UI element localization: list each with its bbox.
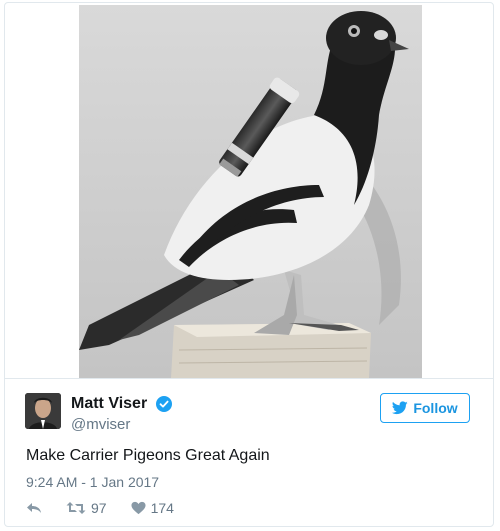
- follow-button[interactable]: Follow: [380, 393, 470, 423]
- verified-badge-icon: [155, 396, 172, 412]
- follow-label: Follow: [413, 400, 458, 416]
- tweet-text: Make Carrier Pigeons Great Again: [26, 447, 270, 464]
- tweet-card: Matt Viser @mviser Follow Make Carrier P…: [4, 2, 494, 527]
- tweet-photo[interactable]: [79, 5, 422, 379]
- reply-button[interactable]: [26, 501, 42, 515]
- media-divider: [5, 378, 493, 379]
- retweet-button[interactable]: 97: [66, 500, 107, 516]
- user-info: Matt Viser @mviser: [71, 395, 172, 433]
- carrier-pigeon-photo: [79, 5, 422, 378]
- like-button[interactable]: 174: [131, 500, 174, 516]
- retweet-icon: [66, 502, 86, 514]
- user-handle[interactable]: @mviser: [71, 416, 172, 433]
- display-name[interactable]: Matt Viser: [71, 395, 147, 413]
- avatar[interactable]: [25, 393, 61, 429]
- retweet-count: 97: [91, 500, 107, 516]
- heart-icon: [131, 501, 146, 515]
- twitter-bird-icon: [392, 401, 409, 415]
- profile-photo: [25, 393, 61, 429]
- tweet-actions: 97 174: [26, 500, 174, 516]
- like-count: 174: [150, 500, 174, 516]
- reply-icon: [27, 503, 41, 513]
- tweet-timestamp[interactable]: 9:24 AM - 1 Jan 2017: [26, 474, 159, 490]
